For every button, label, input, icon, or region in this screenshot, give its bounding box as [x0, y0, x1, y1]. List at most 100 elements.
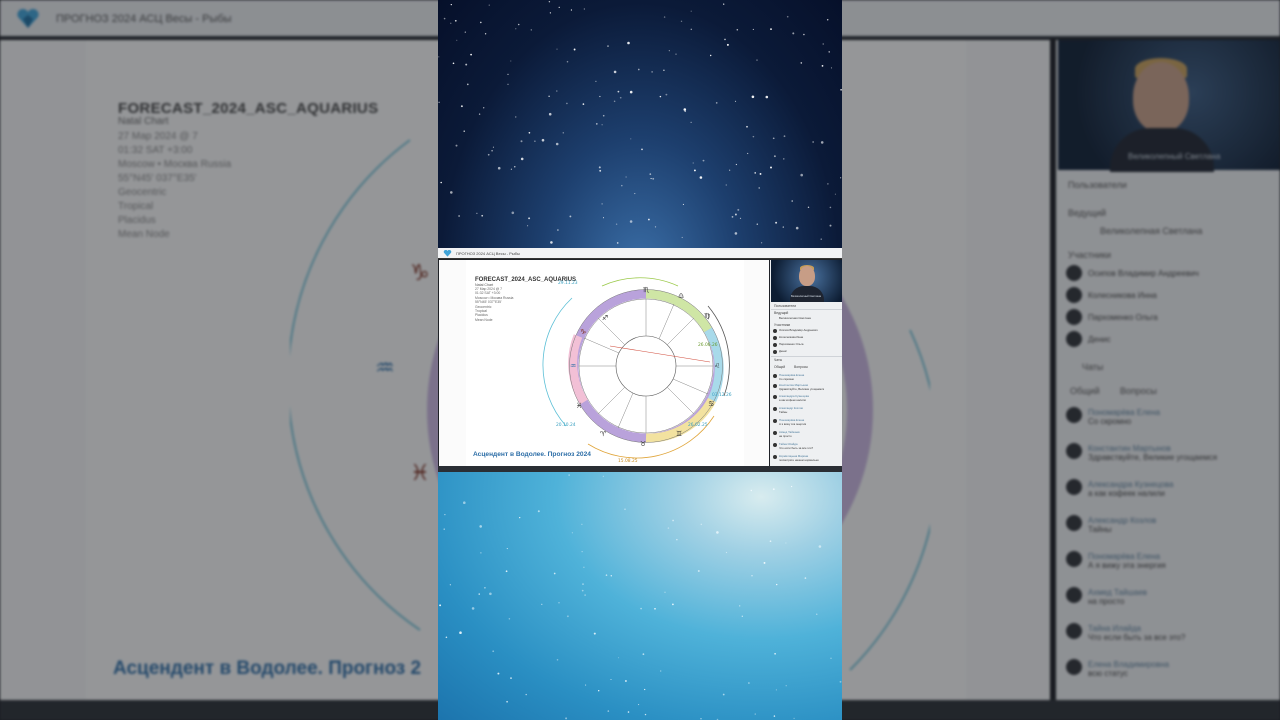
star: [505, 570, 508, 573]
star: [449, 584, 451, 586]
star: [537, 510, 540, 513]
star: [630, 138, 632, 140]
star: [621, 184, 623, 187]
slide-caption: Асцендент в Водолее. Прогноз 2024: [473, 451, 591, 458]
star: [676, 539, 678, 541]
star: [664, 591, 666, 593]
background-window-title: ПРОГНОЗ 2024 АСЦ Весы - Рыбы: [56, 13, 232, 25]
star: [769, 540, 772, 543]
star: [800, 62, 803, 64]
star: [692, 162, 694, 164]
star: [480, 552, 482, 554]
star: [756, 223, 759, 225]
svg-text:♓: ♓: [576, 402, 582, 410]
star: [637, 68, 640, 71]
svg-text:15.08.25: 15.08.25: [618, 458, 638, 464]
star: [470, 53, 472, 56]
star: [690, 121, 692, 123]
star: [734, 213, 737, 216]
star: [506, 700, 508, 703]
star: [818, 545, 822, 548]
star: [624, 508, 626, 510]
chat-tab-questions[interactable]: Вопросы: [794, 365, 808, 369]
star: [763, 561, 766, 564]
star: [565, 717, 568, 720]
star: [746, 125, 748, 128]
svg-text:03.12.26: 03.12.26: [712, 392, 732, 398]
star: [460, 105, 463, 108]
star: [659, 95, 662, 98]
star: [455, 144, 458, 147]
star: [480, 21, 482, 24]
star: [582, 103, 585, 105]
star: [488, 4, 490, 6]
star: [444, 514, 446, 516]
star: [616, 242, 619, 244]
star: [716, 531, 719, 534]
star: [715, 102, 718, 104]
star: [821, 65, 824, 67]
star: [795, 226, 799, 230]
chat-message: Александра Кузнецова а как кофеек налили: [773, 394, 839, 402]
svg-text:26.06.26: 26.06.26: [698, 342, 718, 348]
star: [562, 132, 564, 134]
star: [773, 155, 776, 158]
star: [610, 575, 612, 577]
star: [660, 670, 662, 672]
participants-header[interactable]: Пользователи: [774, 304, 796, 308]
star: [456, 39, 458, 41]
star: [555, 142, 559, 146]
star: [478, 593, 480, 595]
star: [585, 684, 587, 686]
star: [800, 173, 803, 177]
star: [791, 200, 793, 202]
svg-text:♑: ♑: [580, 328, 586, 336]
star: [573, 48, 576, 51]
star: [443, 17, 446, 20]
star: [663, 16, 666, 18]
star: [478, 113, 481, 115]
star: [754, 713, 756, 715]
svg-text:29.11.23: 29.11.23: [558, 280, 578, 286]
star: [465, 63, 468, 66]
star: [690, 10, 692, 12]
star: [615, 223, 618, 225]
star: [595, 80, 597, 83]
star: [511, 211, 515, 215]
star: [725, 184, 727, 186]
star: [515, 28, 517, 30]
star: [506, 548, 508, 550]
star: [829, 224, 832, 227]
star: [709, 54, 712, 57]
star: [627, 711, 630, 713]
starry-sky-top: [438, 0, 842, 248]
star: [834, 193, 836, 195]
chat-header[interactable]: Чаты: [774, 358, 782, 362]
star: [820, 141, 824, 144]
star: [479, 525, 482, 528]
star: [550, 241, 553, 244]
star: [483, 107, 485, 109]
star: [617, 90, 620, 93]
star: [830, 67, 833, 69]
svg-text:♓: ♓: [410, 461, 430, 486]
star: [772, 137, 775, 140]
star: [528, 131, 531, 134]
star: [458, 215, 460, 217]
star: [828, 51, 830, 53]
background-forecast-details: 27 Мар 2024 @ 7 01:32 SAT +3:00 Moscow •…: [118, 131, 232, 240]
star: [683, 108, 687, 111]
star: [519, 516, 521, 519]
star: [812, 141, 814, 143]
star: [581, 551, 583, 553]
star: [510, 677, 512, 679]
chat-message: Пономарёва Елена Со скромно: [773, 373, 839, 381]
center-video-frame: ПРОГНОЗ 2024 АСЦ Весы - Рыбы FORECAST_20…: [438, 0, 842, 720]
star: [782, 226, 784, 228]
star: [820, 238, 822, 240]
star: [610, 678, 612, 681]
star: [595, 123, 598, 125]
chat-tab-general[interactable]: Общий: [774, 365, 785, 369]
heart-logo-icon: [443, 250, 452, 257]
star: [558, 602, 560, 604]
